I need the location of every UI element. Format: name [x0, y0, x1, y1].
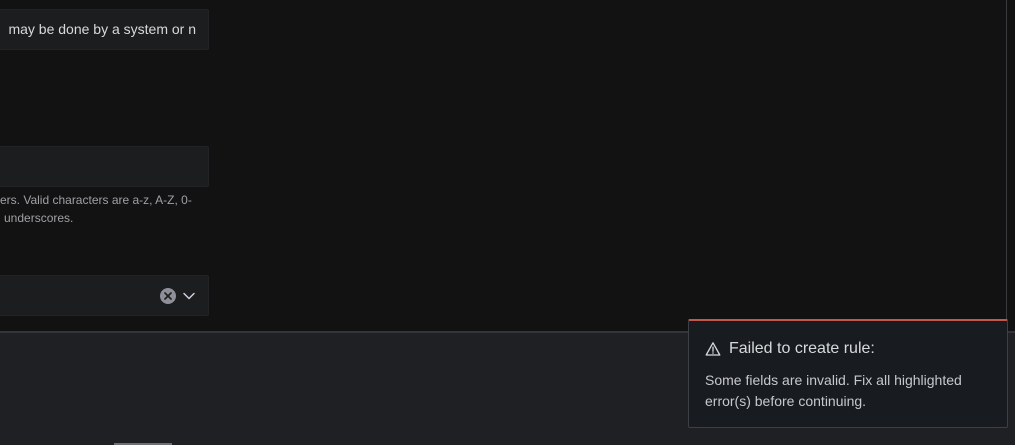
help-text-line-2: underscores. [4, 211, 74, 225]
panel-divider [1006, 0, 1007, 331]
clear-icon[interactable] [160, 288, 176, 304]
toast-header: Failed to create rule: [705, 340, 875, 358]
description-input-value: may be done by a system or n [8, 21, 196, 37]
select-field[interactable] [0, 275, 209, 316]
description-input[interactable]: may be done by a system or n [0, 9, 209, 50]
toast-message: Some fields are invalid. Fix all highlig… [705, 372, 962, 409]
chevron-down-icon[interactable] [182, 289, 196, 303]
warning-icon [705, 341, 721, 357]
page: may be done by a system or n ers. Valid … [0, 0, 1015, 445]
error-toast[interactable]: Failed to create rule: Some fields are i… [688, 319, 1008, 428]
rule-form-panel: may be done by a system or n ers. Valid … [0, 0, 1007, 331]
help-text-line-1: ers. Valid characters are a-z, A-Z, 0- [0, 193, 192, 207]
rule-name-input[interactable] [0, 146, 209, 187]
field-help-text: ers. Valid characters are a-z, A-Z, 0- u… [0, 191, 210, 227]
toast-title: Failed to create rule: [729, 340, 875, 357]
